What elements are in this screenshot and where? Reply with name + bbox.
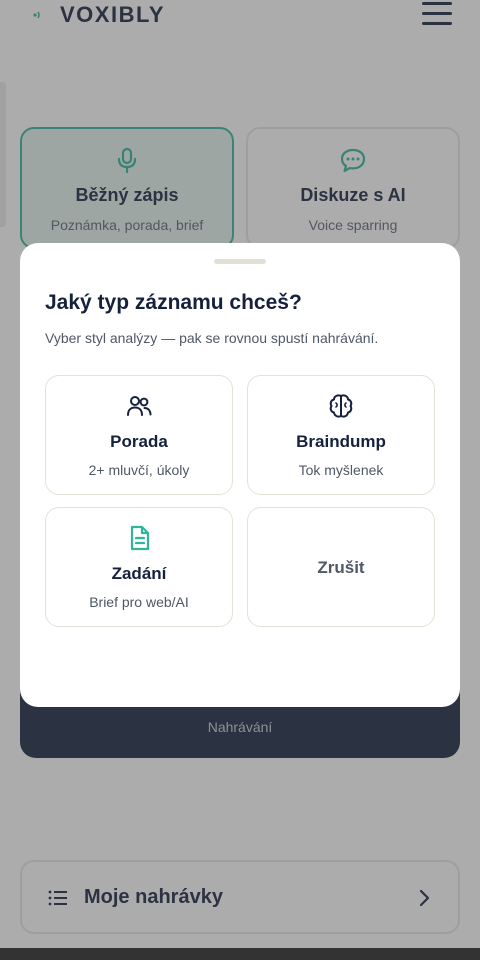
sheet-title: Jaký typ záznamu chceš? xyxy=(45,291,302,314)
sheet-drag-handle[interactable] xyxy=(214,259,266,264)
option-title: Porada xyxy=(110,432,168,451)
cancel-label: Zrušit xyxy=(317,558,365,577)
option-subtitle: Tok myšlenek xyxy=(298,462,384,478)
users-icon xyxy=(127,396,152,416)
option-title: Braindump xyxy=(296,432,386,451)
record-type-sheet: Jaký typ záznamu chceš? Vyber styl analý… xyxy=(20,243,460,707)
option-subtitle: 2+ mluvčí, úkoly xyxy=(88,462,190,478)
option-title: Zadání xyxy=(111,564,167,583)
brain-icon xyxy=(329,394,353,418)
option-braindump[interactable]: Braindump Tok myšlenek xyxy=(247,375,435,495)
option-porada[interactable]: Porada 2+ mluvčí, úkoly xyxy=(45,375,233,495)
option-zadani[interactable]: Zadání Brief pro web/AI xyxy=(45,507,233,627)
option-subtitle: Brief pro web/AI xyxy=(89,594,189,610)
sheet-subtitle: Vyber styl analýzy — pak se rovnou spust… xyxy=(45,330,379,346)
document-icon xyxy=(130,525,150,551)
cancel-button[interactable]: Zrušit xyxy=(247,507,435,627)
system-nav-bar xyxy=(0,948,480,960)
